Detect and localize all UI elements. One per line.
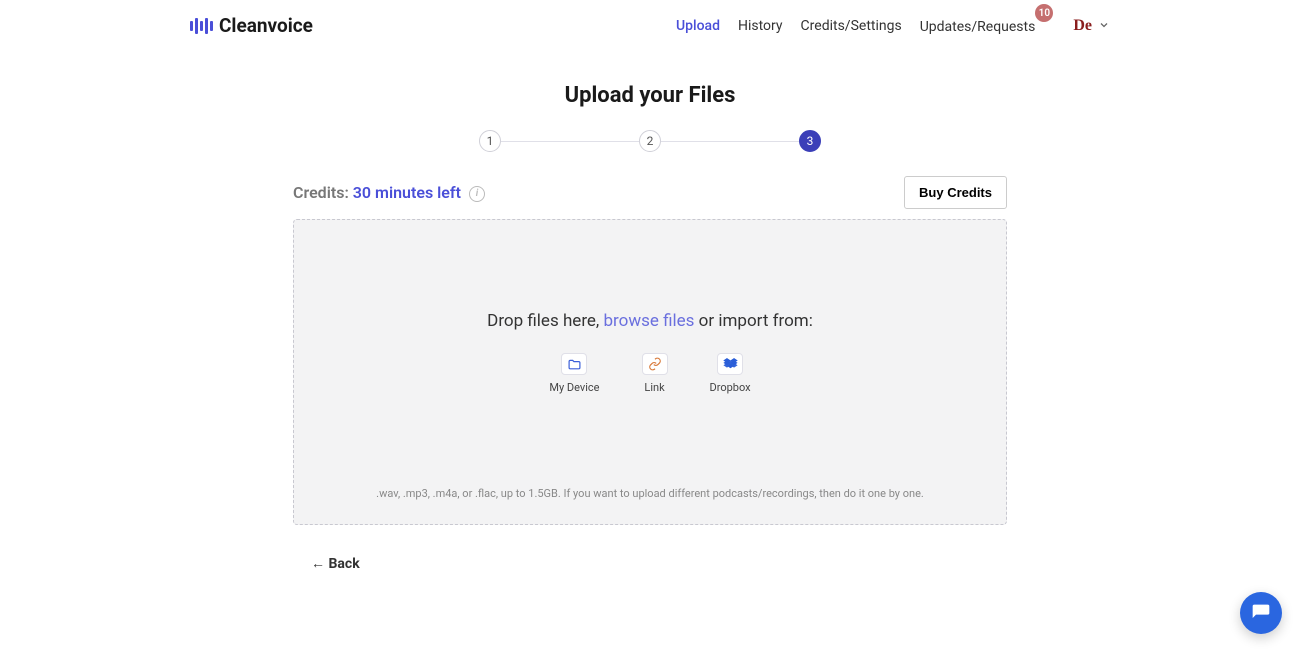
browse-files-link[interactable]: browse files — [604, 311, 695, 331]
step-2[interactable]: 2 — [639, 130, 661, 152]
nav-updates-wrap: Updates/Requests 10 — [920, 16, 1036, 35]
chat-widget[interactable] — [1240, 592, 1282, 634]
import-dropbox[interactable]: Dropbox — [710, 353, 751, 394]
user-label: De — [1073, 17, 1092, 35]
chevron-down-icon — [1098, 16, 1110, 35]
dropzone-text: Drop files here, browse files or import … — [487, 311, 813, 331]
import-dropbox-label: Dropbox — [710, 381, 751, 394]
import-link-label: Link — [644, 381, 664, 394]
nav-credits-settings[interactable]: Credits/Settings — [801, 18, 902, 34]
dropzone-text-prefix: Drop files here, — [487, 311, 603, 331]
dropzone-text-suffix: or import from: — [694, 311, 812, 331]
dropzone[interactable]: Drop files here, browse files or import … — [293, 219, 1007, 525]
step-1[interactable]: 1 — [479, 130, 501, 152]
header: Cleanvoice Upload History Credits/Settin… — [0, 0, 1300, 51]
nav-history[interactable]: History — [738, 18, 783, 34]
page-title: Upload your Files — [0, 83, 1300, 108]
nav-upload[interactable]: Upload — [676, 18, 720, 34]
buy-credits-button[interactable]: Buy Credits — [904, 176, 1007, 209]
brand-logo[interactable]: Cleanvoice — [190, 14, 313, 37]
folder-icon — [561, 353, 587, 375]
back-link[interactable]: ← Back — [293, 555, 1007, 572]
credits-value: 30 minutes left — [353, 183, 461, 202]
credits-row: Credits: 30 minutes left i Buy Credits — [293, 176, 1007, 209]
stepper: 1 2 3 — [0, 130, 1300, 152]
dropzone-hint: .wav, .mp3, .m4a, or .flac, up to 1.5GB.… — [365, 486, 935, 503]
link-icon — [642, 353, 668, 375]
step-line — [501, 141, 639, 142]
step-3[interactable]: 3 — [799, 130, 821, 152]
nav-links: Upload History Credits/Settings Updates/… — [676, 16, 1110, 35]
import-my-device-label: My Device — [549, 381, 599, 394]
import-link[interactable]: Link — [642, 353, 668, 394]
credits-text-wrap: Credits: 30 minutes left i — [293, 183, 485, 202]
import-my-device[interactable]: My Device — [549, 353, 599, 394]
chat-icon — [1251, 603, 1271, 623]
updates-badge: 10 — [1035, 4, 1053, 22]
import-options: My Device Link Dropbox — [549, 353, 750, 394]
brand-name: Cleanvoice — [219, 14, 313, 37]
info-icon[interactable]: i — [469, 186, 485, 202]
nav-bar: Cleanvoice Upload History Credits/Settin… — [190, 14, 1110, 37]
credits-label: Credits: — [293, 183, 349, 202]
nav-updates-requests[interactable]: Updates/Requests — [920, 19, 1036, 35]
logo-icon — [190, 18, 213, 34]
user-menu[interactable]: De — [1073, 16, 1110, 35]
dropbox-icon — [717, 353, 743, 375]
step-line — [661, 141, 799, 142]
